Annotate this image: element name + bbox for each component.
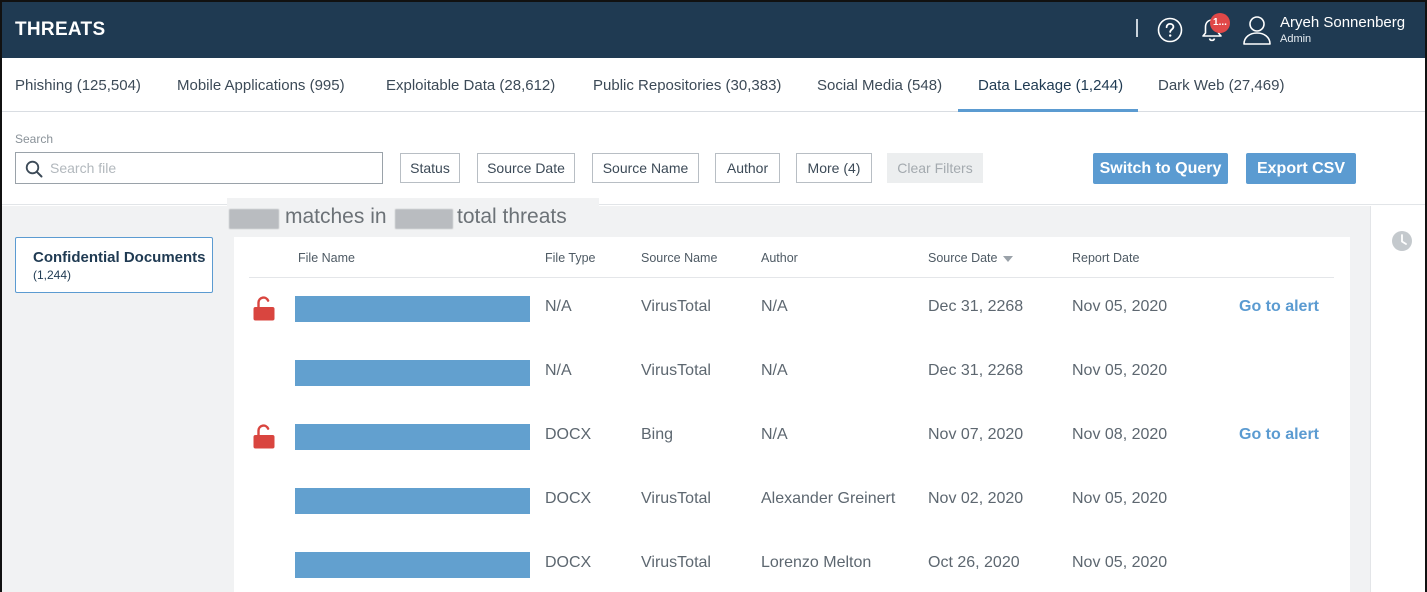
sort-desc-icon xyxy=(1003,255,1014,262)
go-to-alert-link[interactable]: Go to alert xyxy=(1239,426,1319,444)
switch-to-query-button[interactable]: Switch to Query xyxy=(1093,153,1228,184)
notification-badge[interactable]: 1... xyxy=(1210,13,1230,33)
category-title: Confidential Documents xyxy=(33,249,206,266)
cell-source-date: Nov 07, 2020 xyxy=(928,426,1024,443)
cell-report-date: Nov 05, 2020 xyxy=(1072,554,1168,571)
cell-file-type: DOCX xyxy=(545,554,592,571)
user-icon[interactable] xyxy=(1242,14,1272,46)
cell-author: Alexander Greinert xyxy=(761,490,896,507)
more-filters-button[interactable]: More (4) xyxy=(796,153,872,183)
total-threats-text: total threats xyxy=(457,205,567,228)
cell-author: N/A xyxy=(761,426,788,443)
cell-file-type: DOCX xyxy=(545,426,592,443)
tab-data-leakage[interactable]: Data Leakage (1,244) xyxy=(978,58,1123,112)
threats-table: File Name File Type Source Name Author S… xyxy=(234,237,1350,592)
cell-author: N/A xyxy=(761,362,788,379)
column-file-type[interactable]: File Type xyxy=(545,251,596,265)
column-source-name[interactable]: Source Name xyxy=(641,251,717,265)
category-count: (1,244) xyxy=(33,268,72,282)
cell-file-type: N/A xyxy=(545,362,572,379)
content-area: matches in total threats Confidential Do… xyxy=(2,198,1425,592)
cell-source-name: VirusTotal xyxy=(641,490,711,507)
cell-source-date: Nov 02, 2020 xyxy=(928,490,1024,507)
search-label: Search xyxy=(15,132,54,146)
cell-source-date: Dec 31, 2268 xyxy=(928,362,1024,379)
tab-social-media[interactable]: Social Media (548) xyxy=(817,58,942,112)
clock-icon[interactable] xyxy=(1391,230,1413,252)
matches-text: matches in xyxy=(285,205,387,228)
search-box[interactable] xyxy=(15,152,383,184)
redacted-file-name[interactable] xyxy=(295,296,530,322)
column-source-date-label: Source Date xyxy=(928,251,998,265)
category-confidential-documents[interactable]: Confidential Documents (1,244) xyxy=(15,237,213,293)
search-input[interactable] xyxy=(50,153,376,183)
table-row[interactable]: N/A VirusTotal N/A Dec 31, 2268 Nov 05, 2020 xyxy=(234,342,1350,406)
column-source-date[interactable]: Source Date xyxy=(928,251,1014,265)
cell-source-date: Oct 26, 2020 xyxy=(928,554,1020,571)
clear-filters-button[interactable]: Clear Filters xyxy=(887,153,983,183)
cell-source-name: VirusTotal xyxy=(641,362,711,379)
unlocked-lock-icon xyxy=(253,296,275,321)
redacted-file-name[interactable] xyxy=(295,488,530,514)
cell-source-date: Dec 31, 2268 xyxy=(928,298,1024,315)
tab-exploitable-data[interactable]: Exploitable Data (28,612) xyxy=(386,58,555,112)
source-date-filter-button[interactable]: Source Date xyxy=(477,153,575,183)
tab-dark-web[interactable]: Dark Web (27,469) xyxy=(1158,58,1284,112)
user-role: Admin xyxy=(1280,33,1312,45)
redacted-file-name[interactable] xyxy=(295,552,530,578)
column-file-name[interactable]: File Name xyxy=(298,251,355,265)
redacted-match-count xyxy=(229,209,279,229)
table-row[interactable]: DOCX VirusTotal Alexander Greinert Nov 02, … xyxy=(234,470,1350,534)
column-report-date[interactable]: Report Date xyxy=(1072,251,1139,265)
author-filter-button[interactable]: Author xyxy=(715,153,780,183)
cell-source-name: Bing xyxy=(641,426,674,443)
search-icon xyxy=(25,160,43,178)
cell-report-date: Nov 05, 2020 xyxy=(1072,490,1168,507)
help-icon[interactable] xyxy=(1157,17,1183,43)
user-name[interactable]: Aryeh Sonnenberg xyxy=(1280,14,1405,31)
tab-phishing[interactable]: Phishing (125,504) xyxy=(15,58,141,112)
column-author[interactable]: Author xyxy=(761,251,798,265)
redacted-total-count xyxy=(395,209,453,229)
redacted-file-name[interactable] xyxy=(295,424,530,450)
table-row[interactable]: DOCX VirusTotal Lorenzo Melton Oct 26, 2020… xyxy=(234,534,1350,592)
cell-file-type: DOCX xyxy=(545,490,592,507)
threat-tabs: Phishing (125,504) Mobile Applications (… xyxy=(2,58,1425,112)
tab-mobile-applications[interactable]: Mobile Applications (995) xyxy=(177,58,345,112)
right-side-panel xyxy=(1370,206,1425,592)
cell-source-name: VirusTotal xyxy=(641,298,711,315)
top-bar: THREATS 1... Aryeh Sonnenberg Admin xyxy=(2,2,1425,58)
table-row[interactable]: DOCX Bing N/A Nov 07, 2020 Nov 08, 2020 Go to… xyxy=(234,406,1350,470)
table-row[interactable]: N/A VirusTotal N/A Dec 31, 2268 Nov 05, 2020… xyxy=(234,278,1350,342)
cell-report-date: Nov 05, 2020 xyxy=(1072,362,1168,379)
status-filter-button[interactable]: Status xyxy=(400,153,460,183)
cell-author: Lorenzo Melton xyxy=(761,554,872,571)
cell-author: N/A xyxy=(761,298,788,315)
matches-summary: matches in total threats xyxy=(227,198,599,242)
unlocked-lock-icon xyxy=(253,424,275,449)
header-divider xyxy=(1136,19,1138,37)
export-csv-button[interactable]: Export CSV xyxy=(1246,153,1356,184)
tab-public-repositories[interactable]: Public Repositories (30,383) xyxy=(593,58,781,112)
go-to-alert-link[interactable]: Go to alert xyxy=(1239,298,1319,316)
cell-report-date: Nov 05, 2020 xyxy=(1072,298,1168,315)
cell-source-name: VirusTotal xyxy=(641,554,711,571)
filter-bar: Search Status Source Date Source Name Au… xyxy=(2,112,1425,205)
source-name-filter-button[interactable]: Source Name xyxy=(592,153,699,183)
redacted-file-name[interactable] xyxy=(295,360,530,386)
cell-file-type: N/A xyxy=(545,298,572,315)
cell-report-date: Nov 08, 2020 xyxy=(1072,426,1168,443)
page-title: THREATS xyxy=(15,19,106,40)
